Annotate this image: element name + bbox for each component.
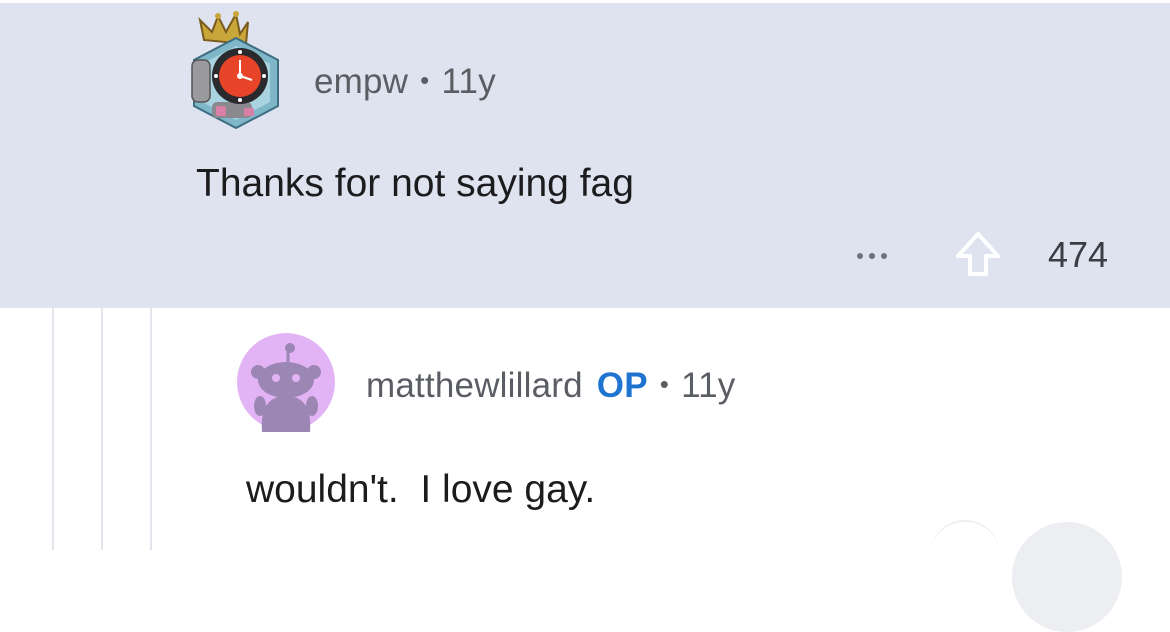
comment-meta: matthewlillard OP • 11y — [366, 366, 736, 406]
meta-separator: • — [420, 65, 430, 96]
meta-separator: • — [659, 369, 670, 400]
floating-action-button[interactable] — [1012, 522, 1122, 632]
author-name[interactable]: empw — [314, 62, 408, 101]
op-badge: OP — [596, 366, 648, 405]
vote-score: 474 — [1048, 234, 1109, 275]
comment-body: Thanks for not saying fag — [196, 162, 634, 205]
comment-body: wouldn't. I love gay. — [246, 468, 596, 511]
snoo-avatar-icon[interactable] — [236, 332, 336, 432]
crowned-watch-avatar-icon[interactable] — [186, 10, 286, 130]
comment-age: 11y — [681, 366, 736, 405]
more-dot-icon — [869, 253, 875, 259]
comment-meta: empw • 11y — [314, 62, 496, 102]
author-name[interactable]: matthewlillard — [366, 366, 583, 405]
upvote-arrow-icon[interactable] — [952, 228, 1004, 280]
more-dot-icon — [857, 253, 863, 259]
comment-matthewlillard: matthewlillard OP • 11y wouldn't. I love ga… — [200, 310, 1170, 550]
more-dot-icon — [881, 253, 887, 259]
comment-empw: empw • 11y Thanks for not saying fag 474 — [0, 0, 1170, 308]
more-options-button[interactable] — [844, 236, 900, 276]
comment-age: 11y — [441, 62, 496, 101]
partial-ui-arc — [930, 520, 1000, 582]
